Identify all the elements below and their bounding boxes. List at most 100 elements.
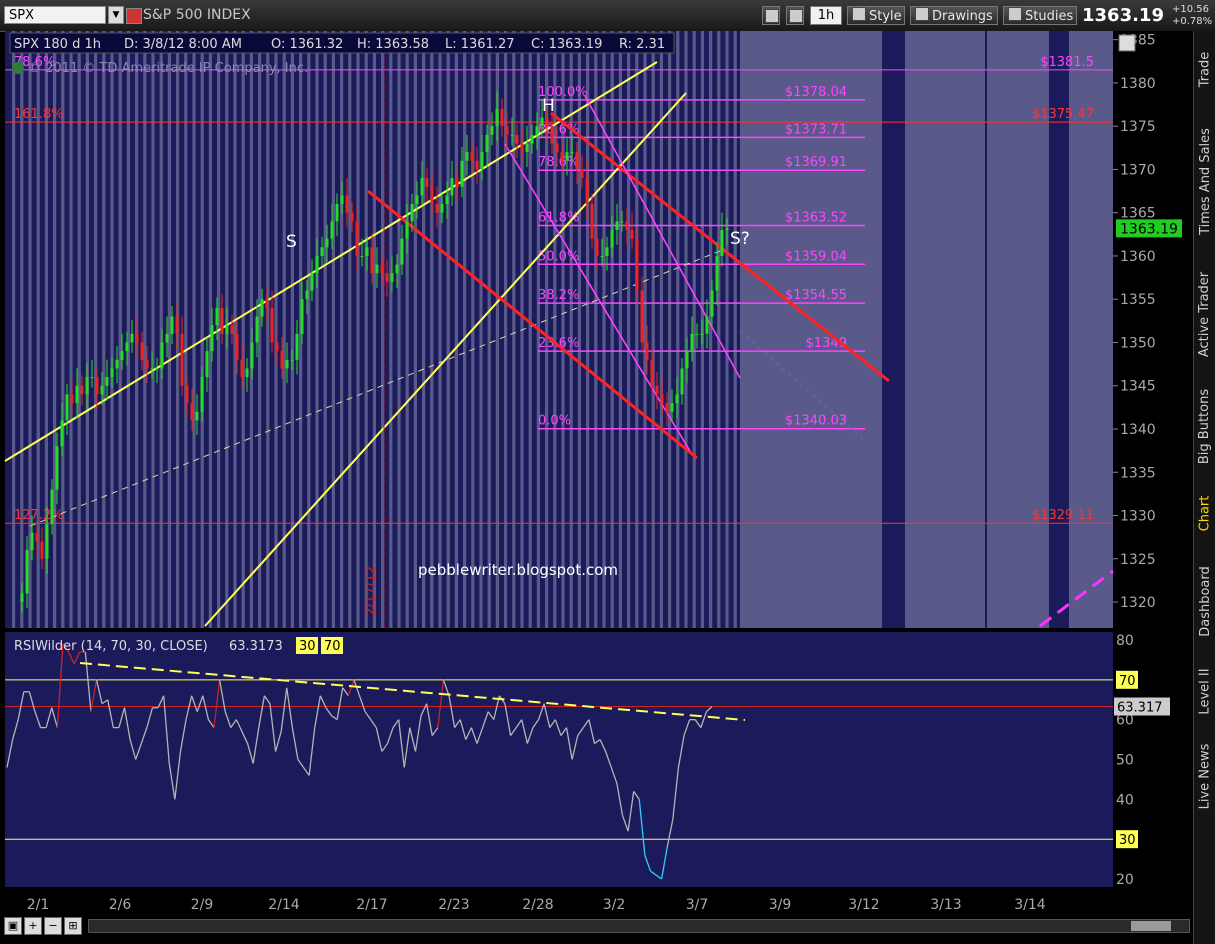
style-button[interactable]: Style <box>847 6 905 25</box>
horizontal-scrollbar[interactable] <box>88 919 1190 933</box>
symbol-dropdown-button[interactable]: ▼ <box>108 6 124 24</box>
candle-body <box>45 524 49 559</box>
rsi-70-tag-label: 70 <box>1119 674 1136 689</box>
date-tick-label: 2/14 <box>268 897 300 913</box>
candle-body <box>615 221 619 230</box>
candle-body <box>655 385 659 395</box>
drawings-label: Drawings <box>932 9 993 24</box>
candle-body <box>465 152 469 161</box>
maximize-icon[interactable] <box>1118 34 1136 52</box>
candle-body <box>235 333 239 360</box>
tab-live-news[interactable]: Live News <box>1194 731 1215 821</box>
candle-body <box>130 333 134 343</box>
candle-body <box>90 377 94 379</box>
candle-body <box>385 273 389 282</box>
tab-level-ii[interactable]: Level II <box>1194 656 1215 726</box>
chart-area[interactable]: 100.0% $1378.0488.6% $1373.7178.6% $1369.91… <box>0 31 1193 944</box>
zoom-button[interactable] <box>786 6 804 25</box>
header-open: O: 1361.32 <box>271 37 343 52</box>
tab-live-news-label: Live News <box>1197 743 1213 809</box>
candle-body <box>330 221 334 239</box>
rsi-last-tag-label: 63.317 <box>1117 701 1163 716</box>
candle-body <box>295 333 299 360</box>
scrollbar-thumb[interactable] <box>1131 921 1171 931</box>
session-stripe <box>446 31 450 628</box>
reset-zoom-button[interactable]: ⊞ <box>64 917 82 935</box>
price-tick-label: 1375 <box>1120 119 1156 135</box>
candle-body <box>110 368 114 378</box>
candle-body <box>120 351 124 360</box>
tab-times-and-sales[interactable]: Times And Sales <box>1194 109 1215 254</box>
date-tick-label: 2/17 <box>356 897 387 913</box>
session-stripe <box>553 31 557 628</box>
drawings-icon <box>915 7 929 21</box>
candle-body <box>625 221 629 230</box>
last-price-tag-label: 1363.19 <box>1120 221 1178 237</box>
session-stripe <box>676 31 680 628</box>
zoom-fit-button[interactable]: ▣ <box>4 917 22 935</box>
candle-body <box>720 230 724 256</box>
candle-body <box>275 342 279 352</box>
tab-chart[interactable]: Chart <box>1194 483 1215 543</box>
fib-extension-pct: 161.8% <box>14 107 64 122</box>
session-stripe <box>143 31 147 628</box>
session-stripe <box>627 31 631 628</box>
session-stripe <box>610 31 614 628</box>
session-stripe <box>69 31 73 628</box>
session-stripe <box>290 31 294 628</box>
future-session-band <box>740 31 822 628</box>
drawings-button[interactable]: Drawings <box>910 6 998 25</box>
candle-body <box>195 411 199 421</box>
session-stripe <box>692 31 696 628</box>
session-stripe <box>348 31 352 628</box>
session-stripe <box>397 31 401 628</box>
candle-body <box>725 228 729 230</box>
symbol-input[interactable]: SPX <box>4 6 106 24</box>
studies-button[interactable]: Studies <box>1003 6 1077 25</box>
session-stripe <box>635 31 639 628</box>
session-stripe <box>389 31 393 628</box>
fib-pct-label: 78.6% <box>538 155 579 170</box>
studies-icon <box>1008 7 1022 21</box>
date-tick-label: 3/12 <box>848 897 879 913</box>
pattern-label-right: S? <box>730 229 750 249</box>
session-stripe <box>487 31 491 628</box>
timeframe-button[interactable]: 1h <box>810 6 842 25</box>
candle-body <box>650 359 654 386</box>
candle-body <box>510 134 514 136</box>
price-tick-label: 1370 <box>1120 162 1156 178</box>
crosshair-button[interactable] <box>762 6 780 25</box>
candle-body <box>395 264 399 274</box>
rsi-30-tag-label: 30 <box>1119 833 1136 848</box>
tab-trade[interactable]: Trade <box>1194 39 1215 99</box>
price-tick-label: 1345 <box>1120 379 1156 395</box>
candle-body <box>55 446 59 490</box>
candle-body <box>205 351 209 378</box>
symbol-link-icon[interactable] <box>126 8 142 24</box>
tab-big-buttons[interactable]: Big Buttons <box>1194 376 1215 476</box>
candle-body <box>300 299 304 334</box>
candle-body <box>370 247 374 274</box>
session-stripe <box>602 31 606 628</box>
candle-body <box>35 532 39 542</box>
candle-body <box>585 178 589 205</box>
copyright: © 2011 © TD Ameritrade IP Company, Inc. <box>28 61 308 76</box>
candle-body <box>280 351 284 369</box>
candle-body <box>555 143 559 153</box>
candle-body <box>85 377 89 395</box>
price-tick-label: 1325 <box>1120 552 1156 568</box>
candle-body <box>25 550 29 594</box>
zoom-in-button[interactable]: + <box>24 917 42 935</box>
zoom-out-button[interactable]: − <box>44 917 62 935</box>
session-stripe <box>454 31 458 628</box>
candle-body <box>315 255 319 274</box>
session-stripe <box>651 31 655 628</box>
session-stripe <box>266 31 270 628</box>
tab-active-trader[interactable]: Active Trader <box>1194 259 1215 369</box>
session-stripe <box>709 31 713 628</box>
session-stripe <box>151 31 155 628</box>
candle-body <box>715 255 719 291</box>
candle-body <box>675 394 679 404</box>
tab-dashboard[interactable]: Dashboard <box>1194 551 1215 651</box>
candle-body <box>445 195 449 205</box>
